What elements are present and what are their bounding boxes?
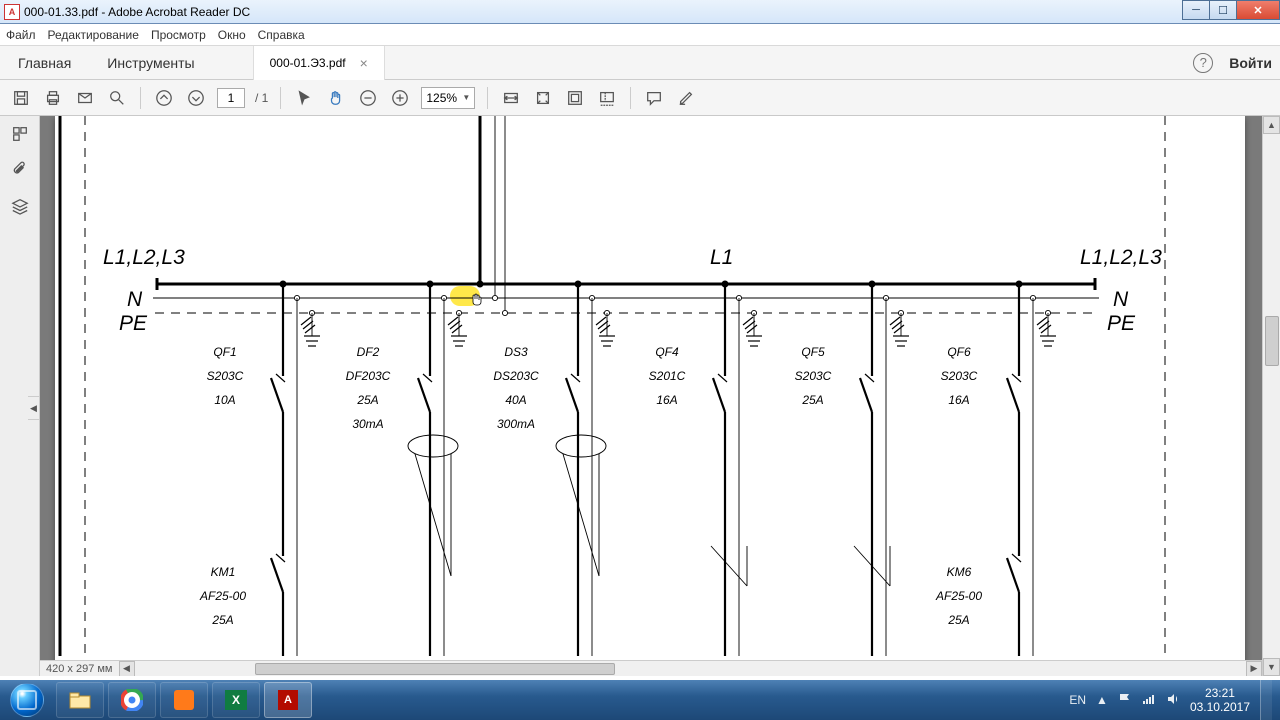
mail-icon[interactable] <box>74 87 96 109</box>
taskbar-app-orange[interactable] <box>160 682 208 718</box>
paper-dimensions: 420 x 297 мм <box>40 663 119 675</box>
highlight-icon[interactable] <box>675 87 697 109</box>
close-button[interactable]: ✕ <box>1236 0 1280 20</box>
layers-icon[interactable] <box>10 196 30 216</box>
minimize-button[interactable]: ─ <box>1182 0 1210 20</box>
scroll-up-button[interactable]: ▲ <box>1263 116 1280 134</box>
df2-label: DF2DF203C25A30mA <box>323 338 413 435</box>
ds3-label: DS3DS203C40A300mA <box>469 338 563 435</box>
toolbar: / 1 125%▼ <box>0 80 1280 116</box>
taskbar-app-explorer[interactable] <box>56 682 104 718</box>
bus-n-left: N <box>127 288 142 312</box>
km6-label: KM6AF25-0025A <box>909 558 1009 630</box>
menu-edit[interactable]: Редактирование <box>48 28 139 42</box>
tray-up-icon[interactable]: ▲ <box>1096 693 1108 707</box>
hscroll-right-button[interactable]: ▶ <box>1246 661 1262 677</box>
qf6-label: QF6S203C16A <box>919 338 999 410</box>
qf5-label: QF5S203C25A <box>773 338 853 410</box>
taskbar-app-excel[interactable]: X <box>212 682 260 718</box>
qf1-label: QF1S203C10A <box>185 338 265 410</box>
bus-n-right: N <box>1113 288 1128 312</box>
read-mode-icon[interactable] <box>596 87 618 109</box>
attachments-icon[interactable] <box>10 160 30 180</box>
content-area: L1,L2,L3 L1 L1,L2,L3 N PE N PE QF1S203C1… <box>40 116 1262 676</box>
fit-visible-icon[interactable] <box>564 87 586 109</box>
km1-label: KM1AF25-0025A <box>173 558 273 630</box>
menu-bar: Файл Редактирование Просмотр Окно Справк… <box>0 24 1280 46</box>
tab-document[interactable]: 000-01.Э3.pdf × <box>253 46 385 80</box>
qf4-label: QF4S201C16A <box>627 338 707 410</box>
app-icon: A <box>4 4 20 20</box>
collapse-left-button[interactable]: ◀ <box>28 396 40 420</box>
window-titlebar: A 000-01.33.pdf - Adobe Acrobat Reader D… <box>0 0 1280 24</box>
search-icon[interactable] <box>106 87 128 109</box>
page-total: / 1 <box>255 91 268 105</box>
help-icon[interactable]: ? <box>1193 53 1213 73</box>
horizontal-scrollbar[interactable]: 420 x 297 мм ◀ ▶ <box>40 660 1262 676</box>
print-icon[interactable] <box>42 87 64 109</box>
side-panel: ◀ <box>0 116 40 676</box>
login-button[interactable]: Войти <box>1229 55 1272 71</box>
hscroll-left-button[interactable]: ◀ <box>119 661 135 677</box>
vertical-scrollbar[interactable]: ▲ ▼ <box>1262 116 1280 676</box>
system-tray: EN ▲ 23:21 03.10.2017 <box>1061 680 1280 720</box>
tray-lang[interactable]: EN <box>1069 693 1086 707</box>
bus-pe-left: PE <box>119 312 147 336</box>
maximize-button[interactable]: ☐ <box>1209 0 1237 20</box>
tray-clock[interactable]: 23:21 03.10.2017 <box>1190 686 1250 715</box>
fit-width-icon[interactable] <box>500 87 522 109</box>
menu-window[interactable]: Окно <box>218 28 246 42</box>
windows-orb-icon <box>10 683 44 717</box>
tab-document-label: 000-01.Э3.pdf <box>270 56 346 70</box>
tray-volume-icon[interactable] <box>1166 692 1180 709</box>
bus-pe-right: PE <box>1107 312 1135 336</box>
taskbar-app-chrome[interactable] <box>108 682 156 718</box>
menu-help[interactable]: Справка <box>258 28 305 42</box>
bus-l-left: L1,L2,L3 <box>103 246 185 270</box>
tab-tools[interactable]: Инструменты <box>89 46 212 80</box>
zoom-select[interactable]: 125%▼ <box>421 87 475 109</box>
taskbar-app-acrobat[interactable]: A <box>264 682 312 718</box>
page-up-icon[interactable] <box>153 87 175 109</box>
hscroll-thumb[interactable] <box>255 663 615 675</box>
zoom-value: 125% <box>426 91 457 105</box>
zoom-in-icon[interactable] <box>389 87 411 109</box>
tray-flag-icon[interactable] <box>1118 692 1132 709</box>
tray-time: 23:21 <box>1190 686 1250 700</box>
comment-icon[interactable] <box>643 87 665 109</box>
thumbnails-icon[interactable] <box>10 124 30 144</box>
tab-home[interactable]: Главная <box>0 46 89 80</box>
zoom-out-icon[interactable] <box>357 87 379 109</box>
tray-network-icon[interactable] <box>1142 692 1156 709</box>
select-tool-icon[interactable] <box>293 87 315 109</box>
bus-l-right: L1,L2,L3 <box>1080 246 1162 270</box>
document-page[interactable]: L1,L2,L3 L1 L1,L2,L3 N PE N PE QF1S203C1… <box>55 116 1245 671</box>
show-desktop-button[interactable] <box>1260 680 1272 720</box>
tray-date: 03.10.2017 <box>1190 700 1250 714</box>
scroll-down-button[interactable]: ▼ <box>1263 658 1280 676</box>
menu-view[interactable]: Просмотр <box>151 28 206 42</box>
taskbar: X A EN ▲ 23:21 03.10.2017 <box>0 680 1280 720</box>
fit-page-icon[interactable] <box>532 87 554 109</box>
tabs-row: Главная Инструменты 000-01.Э3.pdf × ? Во… <box>0 46 1280 80</box>
window-title: 000-01.33.pdf - Adobe Acrobat Reader DC <box>24 5 250 19</box>
start-button[interactable] <box>0 680 54 720</box>
tab-close-icon[interactable]: × <box>360 55 368 71</box>
save-icon[interactable] <box>10 87 32 109</box>
bus-l-mid: L1 <box>710 246 733 270</box>
menu-file[interactable]: Файл <box>6 28 36 42</box>
page-down-icon[interactable] <box>185 87 207 109</box>
scroll-thumb[interactable] <box>1265 316 1279 366</box>
hand-tool-icon[interactable] <box>325 87 347 109</box>
page-input[interactable] <box>217 88 245 108</box>
